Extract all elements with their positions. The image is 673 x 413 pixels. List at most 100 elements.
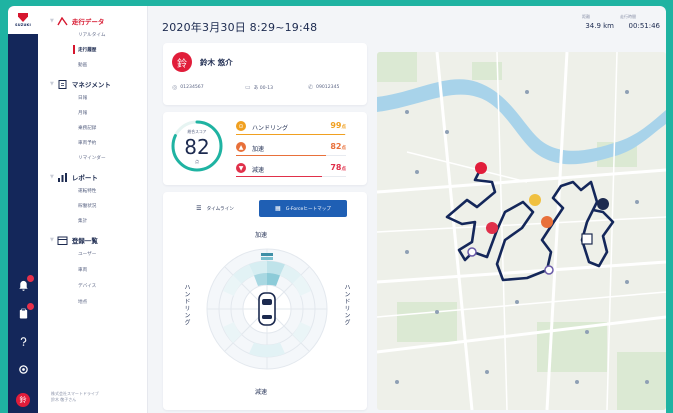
score-value: 78点: [330, 163, 346, 172]
current-user-name: 鈴木 敬子さん: [51, 397, 77, 402]
vehicle-plate: ▭ あ 00-13: [245, 84, 273, 91]
total-score-value: 82: [184, 135, 210, 159]
brand-logo[interactable]: SUZUKI: [8, 6, 38, 34]
menu-item-vehicles[interactable]: 車両: [78, 267, 87, 273]
bar-chart-icon: [57, 172, 67, 182]
driver-id: ◎ 01234567: [172, 84, 204, 91]
chevron-down-icon: ▼: [50, 237, 54, 243]
score-row-acceleration: ▲ 加速 82点: [236, 142, 346, 157]
handling-event-icon[interactable]: [529, 194, 541, 206]
menu-item-daily[interactable]: 日報: [78, 95, 87, 101]
score-bar-fill: [236, 176, 322, 177]
score-bar-fill: [236, 134, 345, 135]
gforce-heatmap: [206, 248, 328, 370]
menu-item-locations[interactable]: 地点: [78, 299, 87, 305]
menu-item-video[interactable]: 動画: [78, 62, 87, 68]
decel-direction-label: 減速: [255, 389, 268, 396]
vehicle-plate-value: あ 00-13: [253, 85, 274, 91]
menu-item-users[interactable]: ユーザー: [78, 251, 96, 257]
menu-item-devices[interactable]: デバイス: [78, 283, 96, 289]
car-icon: ▭: [245, 84, 251, 91]
menu-item-duty-record[interactable]: 乗務記録: [78, 125, 96, 131]
menu-item-driving-traits[interactable]: 運転特性: [78, 188, 96, 194]
phone-icon: ✆: [308, 84, 314, 91]
driver-phone-value: 09012345: [316, 85, 340, 90]
icon-rail: SUZUKI 鈴: [8, 6, 38, 413]
menu-group-driving-data[interactable]: ▼ 走行データ: [50, 16, 104, 26]
date-range: 2020年3月30日 8:29~19:48: [162, 21, 318, 34]
brand-mark-icon: [18, 13, 28, 22]
menu-group-label: マネジメント: [71, 81, 111, 89]
gforce-card: ☰ タイムライン ▦ G-Forceヒートマップ 加速 減速 ハンドリング ハン…: [163, 192, 367, 410]
clipboard-menu-icon: [58, 79, 67, 89]
chevron-down-icon: ▼: [50, 81, 54, 87]
menu-item-reservation[interactable]: 車両予約: [78, 140, 96, 146]
clipboard-badge: [27, 303, 34, 310]
handling-right-label: ハンドリング: [343, 284, 350, 326]
vehicle-pin-icon[interactable]: [597, 198, 609, 210]
distance-label: 距離: [582, 14, 590, 19]
score-row-handling: ⊙ ハンドリング 99点: [236, 121, 346, 136]
distance-value: 34.9 km: [585, 22, 614, 30]
menu-item-summary[interactable]: 集計: [78, 218, 87, 224]
score-unit: 点: [341, 125, 347, 130]
score-number: 78: [330, 163, 342, 172]
stop-point-icon[interactable]: [467, 247, 477, 257]
bell-icon[interactable]: [16, 275, 34, 292]
score-unit: 点: [341, 146, 347, 151]
score-name: ハンドリング: [252, 125, 289, 132]
settings-icon[interactable]: [16, 362, 30, 376]
menu-group-management[interactable]: ▼ マネジメント: [50, 79, 111, 89]
score-name: 加速: [252, 146, 265, 153]
menu-item-monthly[interactable]: 月報: [78, 110, 87, 116]
score-name: 減速: [252, 167, 265, 174]
route-icon: [57, 16, 68, 25]
id-card-icon: ◎: [172, 84, 178, 91]
menu-item-history[interactable]: 走行履歴: [78, 47, 96, 53]
handling-left-label: ハンドリング: [183, 284, 190, 326]
score-bar: [236, 155, 346, 156]
menu-group-report[interactable]: ▼ レポート: [50, 172, 98, 182]
drive-time-label: 走行時間: [620, 14, 636, 19]
decel-event-icon[interactable]: [486, 222, 498, 234]
score-unit: 点: [341, 167, 347, 172]
chevron-down-icon: ▼: [50, 174, 54, 180]
route-map[interactable]: [377, 52, 666, 410]
driver-card: 鈴 鈴木 悠介 ◎ 01234567 ▭ あ 00-13 ✆ 09012345: [163, 43, 367, 105]
score-number: 99: [330, 121, 342, 130]
driver-name: 鈴木 悠介: [200, 58, 233, 67]
menu-item-reminder[interactable]: リマインダー: [78, 155, 106, 161]
view-tabs: ☰ タイムライン ▦ G-Forceヒートマップ: [171, 200, 347, 217]
menu-group-registry[interactable]: ▼ 登録一覧: [50, 235, 98, 245]
score-card: 総合スコア 82 点 ⊙ ハンドリング 99点 ▲ 加速 82点 ▼ 減速 78…: [163, 112, 367, 185]
menu-group-label: 登録一覧: [71, 237, 98, 245]
company-info: 株式会社スマートドライブ 鈴木 敬子さん: [51, 391, 99, 403]
menu-group-label: 走行データ: [71, 18, 105, 26]
score-bar-fill: [236, 155, 327, 156]
help-icon[interactable]: [16, 334, 30, 348]
heatmap-icon: ▦: [275, 205, 281, 212]
start-pin-icon[interactable]: [475, 162, 487, 174]
parking-icon[interactable]: [581, 233, 593, 245]
car-top-icon: [258, 292, 276, 326]
menu-item-realtime[interactable]: リアルタイム: [78, 32, 105, 38]
driver-phone: ✆ 09012345: [308, 84, 339, 91]
score-bar: [236, 134, 346, 135]
menu-item-operation[interactable]: 稼働状況: [78, 203, 96, 209]
active-indicator: [73, 45, 75, 54]
score-row-deceleration: ▼ 減速 78点: [236, 163, 346, 178]
accel-direction-label: 加速: [255, 232, 268, 239]
user-avatar[interactable]: 鈴: [16, 393, 30, 407]
list-icon: ☰: [196, 205, 202, 212]
stop-point-icon[interactable]: [544, 265, 554, 275]
tab-gforce-heatmap[interactable]: ▦ G-Forceヒートマップ: [259, 200, 347, 217]
score-value: 99点: [330, 121, 346, 130]
accel-event-icon[interactable]: [541, 216, 553, 228]
driver-id-value: 01234567: [180, 85, 204, 90]
notification-badge: [27, 275, 34, 282]
drive-time-stat: 走行時間 00:51:46: [620, 14, 660, 30]
tab-timeline[interactable]: ☰ タイムライン: [171, 200, 259, 217]
clipboard-icon[interactable]: [16, 303, 34, 320]
acceleration-icon: ▲: [236, 142, 246, 152]
deceleration-icon: ▼: [236, 163, 246, 173]
